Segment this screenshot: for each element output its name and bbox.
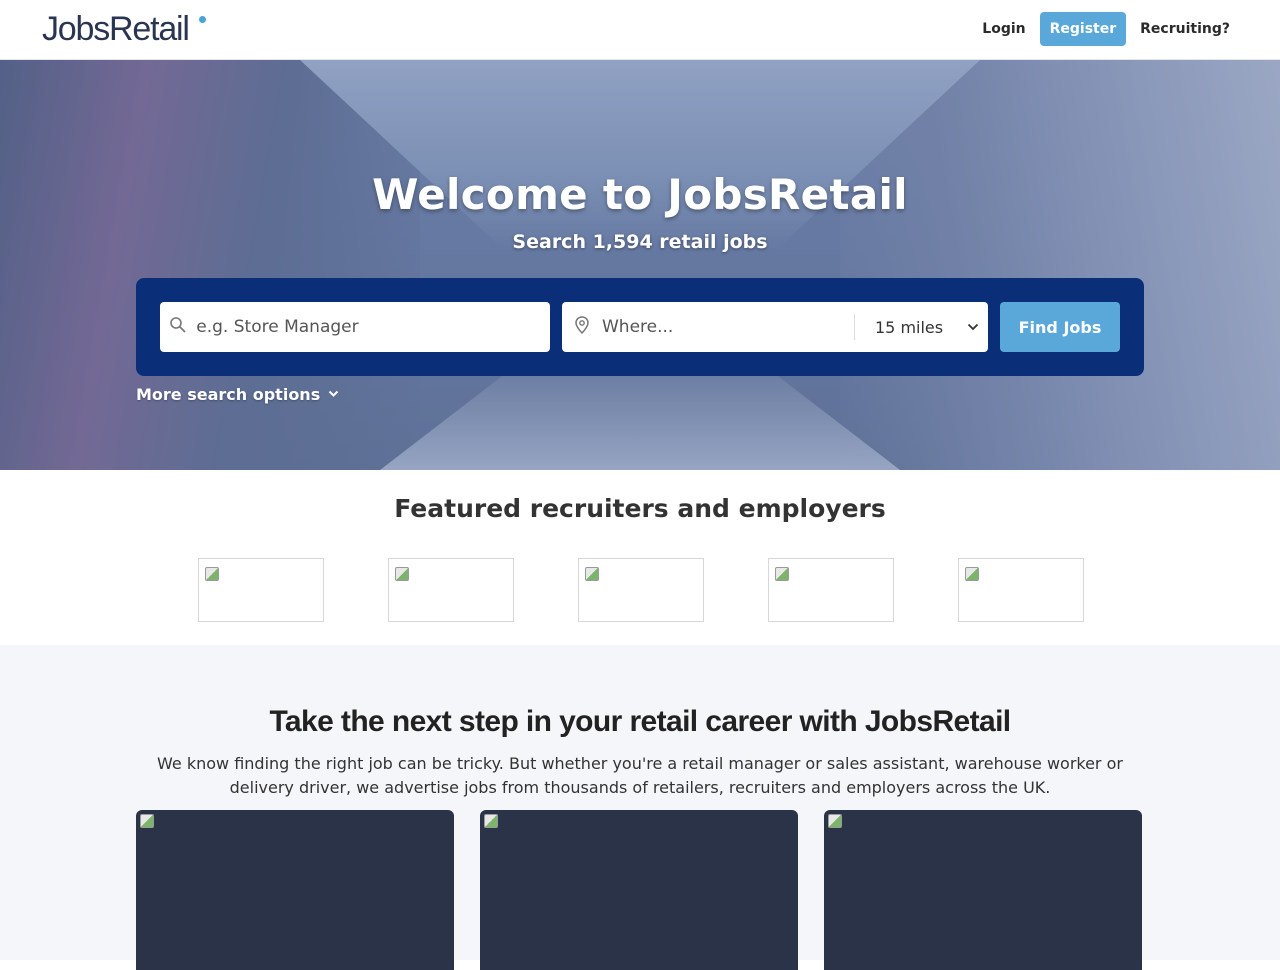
- hero-banner: Welcome to JobsRetail Search 1,594 retai…: [0, 60, 1280, 470]
- featured-logos: [198, 558, 1084, 622]
- radius-select[interactable]: 15 miles: [875, 318, 967, 337]
- location-pin-icon: [562, 315, 602, 339]
- broken-image-icon: [828, 814, 842, 828]
- more-search-options-toggle[interactable]: More search options: [136, 385, 339, 404]
- featured-recruiters-title: Featured recruiters and employers: [394, 494, 886, 523]
- site-header: JobsRetail Login Register Recruiting?: [0, 0, 1280, 60]
- more-search-options-label: More search options: [136, 385, 321, 404]
- register-button[interactable]: Register: [1039, 12, 1127, 46]
- recruiter-logo[interactable]: [388, 558, 514, 622]
- job-search-form: 15 miles Find Jobs: [136, 278, 1144, 376]
- hero-overlay: [0, 60, 1280, 470]
- career-card[interactable]: [136, 810, 454, 970]
- top-nav: Login Register Recruiting?: [982, 12, 1230, 46]
- broken-image-icon: [775, 567, 789, 581]
- site-logo[interactable]: JobsRetail: [42, 10, 206, 49]
- broken-image-icon: [140, 814, 154, 828]
- login-link[interactable]: Login: [982, 21, 1025, 37]
- keyword-input[interactable]: [196, 317, 550, 337]
- recruiter-logo[interactable]: [578, 558, 704, 622]
- field-divider: [854, 314, 855, 340]
- hero-title: Welcome to JobsRetail: [372, 170, 908, 219]
- location-field[interactable]: 15 miles: [562, 302, 988, 352]
- find-jobs-button[interactable]: Find Jobs: [1000, 302, 1120, 352]
- location-input[interactable]: [602, 317, 854, 337]
- recruiter-logo[interactable]: [198, 558, 324, 622]
- recruiter-logo[interactable]: [768, 558, 894, 622]
- career-card[interactable]: [824, 810, 1142, 970]
- career-cards: [136, 810, 1142, 970]
- broken-image-icon: [585, 567, 599, 581]
- career-card[interactable]: [480, 810, 798, 970]
- broken-image-icon: [484, 814, 498, 828]
- chevron-down-icon: [967, 320, 979, 334]
- recruiter-logo[interactable]: [958, 558, 1084, 622]
- career-description: We know finding the right job can be tri…: [157, 754, 1123, 797]
- recruiting-link[interactable]: Recruiting?: [1140, 21, 1230, 37]
- broken-image-icon: [395, 567, 409, 581]
- broken-image-icon: [965, 567, 979, 581]
- career-section: Take the next step in your retail career…: [0, 645, 1280, 970]
- hero-subtitle: Search 1,594 retail jobs: [512, 231, 768, 253]
- logo-text: JobsRetail: [42, 10, 190, 48]
- keyword-field[interactable]: [160, 302, 550, 352]
- broken-image-icon: [205, 567, 219, 581]
- logo-dot-icon: [199, 16, 206, 23]
- career-title: Take the next step in your retail career…: [269, 705, 1011, 738]
- chevron-down-icon: [328, 388, 339, 401]
- search-icon: [160, 316, 196, 339]
